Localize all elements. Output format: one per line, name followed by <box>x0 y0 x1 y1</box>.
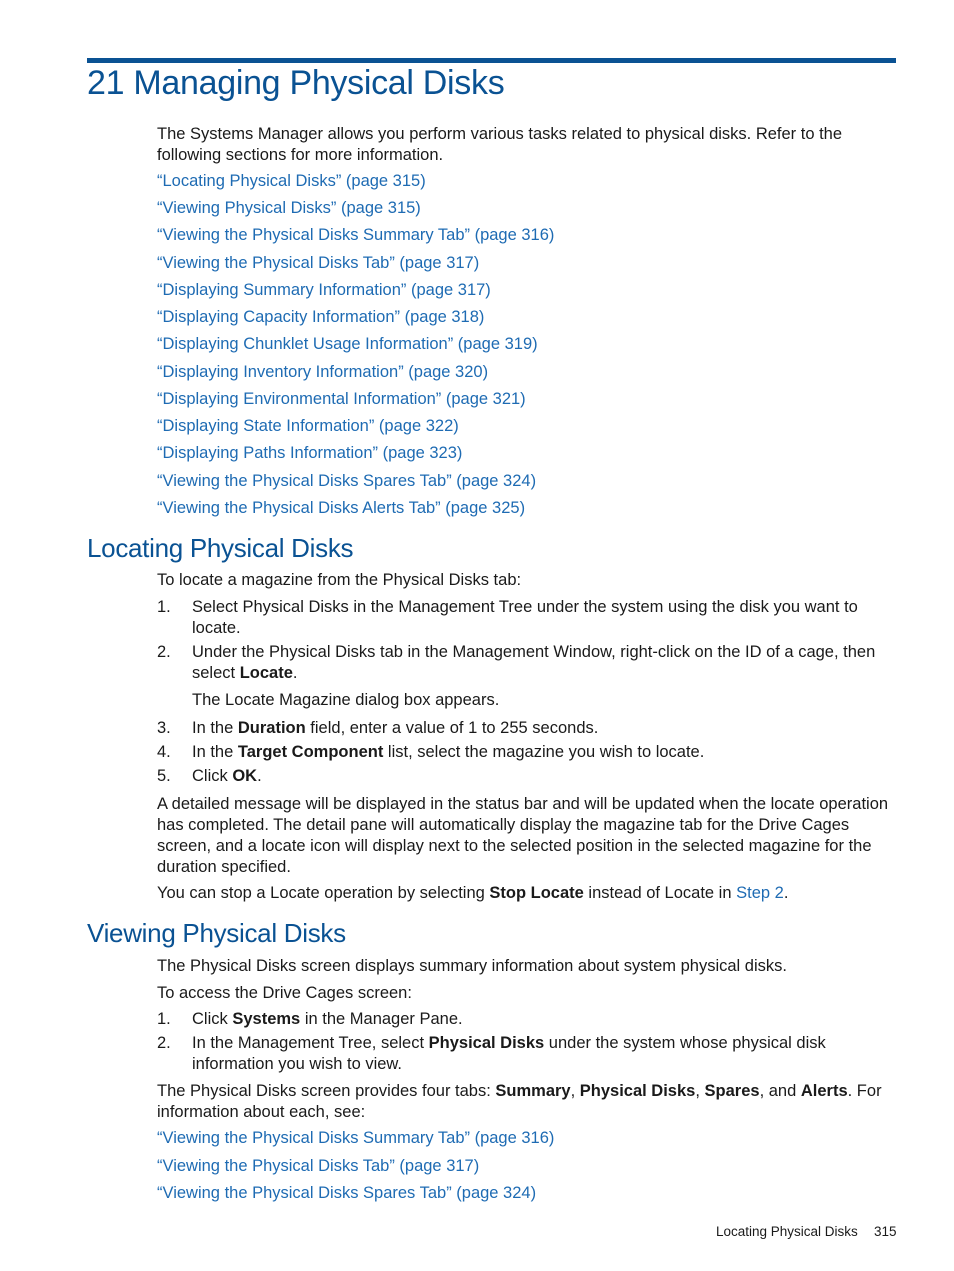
chapter-title: 21 Managing Physical Disks <box>87 64 505 102</box>
ui-term-stop-locate: Stop Locate <box>489 884 584 902</box>
step-text: In the Duration field, enter a value of … <box>192 718 598 739</box>
ui-term-ok: OK <box>232 767 258 785</box>
ui-term-physical-disks: Physical Disks <box>579 1082 696 1100</box>
toc-link[interactable]: “Displaying Inventory Information” (page… <box>157 362 488 383</box>
footer-page-number: 315 <box>874 1224 897 1239</box>
toc-link[interactable]: “Viewing the Physical Disks Alerts Tab” … <box>157 498 525 519</box>
toc-link[interactable]: “Viewing Physical Disks” (page 315) <box>157 198 421 219</box>
ui-term-target-component: Target Component <box>237 743 384 761</box>
step-number: 4. <box>157 743 171 761</box>
locating-intro: To locate a magazine from the Physical D… <box>157 571 522 589</box>
step-text-part: list, select the magazine you wish to lo… <box>383 743 705 761</box>
text-part: You can stop a Locate operation by selec… <box>157 884 490 902</box>
viewing-access: To access the Drive Cages screen: <box>157 984 412 1002</box>
text-part: , <box>695 1082 705 1100</box>
section-heading-viewing: Viewing Physical Disks <box>87 918 346 948</box>
step-text-part: in the Manager Pane. <box>300 1010 463 1028</box>
toc-link[interactable]: “Displaying Environmental Information” (… <box>157 389 526 410</box>
step-text-part: In the <box>192 719 238 737</box>
step-text: Click OK. <box>192 766 262 787</box>
chapter-intro: The Systems Manager allows you perform v… <box>157 125 843 164</box>
step-text-part: . <box>257 767 262 785</box>
cross-ref-link[interactable]: “Viewing the Physical Disks Tab” (page 3… <box>157 1156 479 1177</box>
toc-link[interactable]: “Displaying Chunklet Usage Information” … <box>157 334 538 355</box>
step-text-part: In the <box>192 743 238 761</box>
step-number: 2. <box>157 643 171 661</box>
text-part: , and <box>759 1082 801 1100</box>
ui-term-spares: Spares <box>704 1082 760 1100</box>
tabs-paragraph: The Physical Disks screen provides four … <box>157 1081 887 1123</box>
text-part: The Physical Disks screen provides four … <box>157 1082 496 1100</box>
toc-link[interactable]: “Locating Physical Disks” (page 315) <box>157 171 426 192</box>
toc-link[interactable]: “Displaying Summary Information” (page 3… <box>157 280 491 301</box>
step-text-part: Click <box>192 1010 233 1028</box>
step-note: The Locate Magazine dialog box appears. <box>192 691 500 709</box>
ui-term-systems: Systems <box>232 1010 301 1028</box>
step-text-part: In the Management Tree, select <box>192 1034 429 1052</box>
section-heading-locating: Locating Physical Disks <box>87 533 354 563</box>
text-part: , <box>570 1082 580 1100</box>
step-text-part: Click <box>192 767 233 785</box>
step-text: Click Systems in the Manager Pane. <box>192 1009 463 1030</box>
cross-ref-link[interactable]: “Viewing the Physical Disks Summary Tab”… <box>157 1128 554 1149</box>
viewing-intro: The Physical Disks screen displays summa… <box>157 957 787 975</box>
cross-ref-link[interactable]: “Viewing the Physical Disks Spares Tab” … <box>157 1183 536 1204</box>
locating-paragraph: A detailed message will be displayed in … <box>157 795 889 876</box>
step-number: 2. <box>157 1034 171 1052</box>
step-text-part: . <box>292 664 298 682</box>
toc-link[interactable]: “Displaying State Information” (page 322… <box>157 416 459 437</box>
step-number: 1. <box>157 1010 171 1028</box>
step-number: 3. <box>157 719 171 737</box>
step-text-part: field, enter a value of 1 to 255 seconds… <box>305 719 599 737</box>
text-part: instead of Locate in <box>583 884 737 902</box>
toc-link[interactable]: “Viewing the Physical Disks Tab” (page 3… <box>157 253 479 274</box>
ui-term-summary: Summary <box>495 1082 571 1100</box>
step-text: In the Management Tree, select Physical … <box>192 1033 898 1075</box>
toc-link[interactable]: “Viewing the Physical Disks Summary Tab”… <box>157 225 554 246</box>
toc-link[interactable]: “Displaying Paths Information” (page 323… <box>157 443 462 464</box>
toc-link[interactable]: “Displaying Capacity Information” (page … <box>157 307 484 328</box>
ui-term-locate: Locate <box>239 664 293 682</box>
ui-term-alerts: Alerts <box>800 1082 848 1100</box>
step-text: In the Target Component list, select the… <box>192 742 704 763</box>
step-number: 1. <box>157 598 171 616</box>
text-part: . <box>783 884 789 902</box>
ui-term-duration: Duration <box>237 719 306 737</box>
step-number: 5. <box>157 767 171 785</box>
step-text: Under the Physical Disks tab in the Mana… <box>192 642 882 684</box>
step-2-link[interactable]: Step 2 <box>736 884 784 902</box>
ui-term-physical-disks: Physical Disks <box>428 1034 545 1052</box>
footer-section-name: Locating Physical Disks <box>716 1224 858 1239</box>
toc-link[interactable]: “Viewing the Physical Disks Spares Tab” … <box>157 471 536 492</box>
step-text: Select Physical Disks in the Management … <box>192 598 858 637</box>
chapter-rule <box>87 58 896 63</box>
stop-locate-paragraph: You can stop a Locate operation by selec… <box>157 883 788 904</box>
